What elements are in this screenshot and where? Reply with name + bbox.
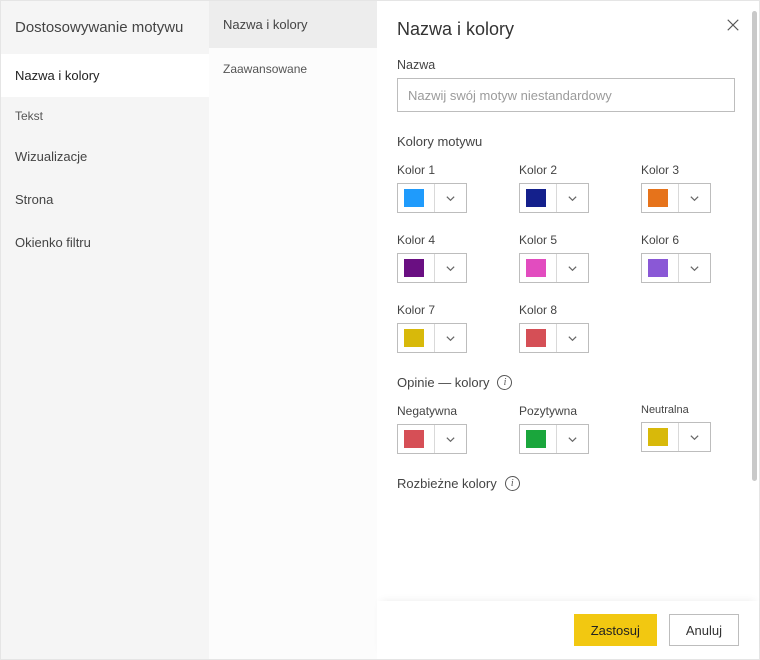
chevron-down-icon	[557, 193, 588, 204]
color-label: Kolor 3	[641, 163, 723, 177]
color-label: Pozytywna	[519, 404, 601, 418]
color-chip	[526, 430, 546, 448]
panel-title: Nazwa i kolory	[397, 19, 735, 40]
feedback-colors-grid: Negatywna Pozytywna Neutralna	[397, 404, 735, 454]
chevron-down-icon	[557, 333, 588, 344]
main-panel: Nazwa i kolory Nazwa Kolory motywu Kolor…	[377, 1, 759, 659]
sidebar1-item-name-and-colors[interactable]: Nazwa i kolory	[1, 54, 209, 97]
color-swatch-dropdown[interactable]	[397, 323, 467, 353]
color-swatch-dropdown[interactable]	[641, 422, 711, 452]
divergent-colors-label: Rozbieżne kolory	[397, 476, 497, 491]
color-chip	[404, 259, 424, 277]
sidebar1-item-label: Okienko filtru	[15, 235, 91, 250]
color-chip	[648, 259, 668, 277]
sidebar2-item-advanced[interactable]: Zaawansowane	[209, 48, 377, 90]
color-item-6: Kolor 6	[641, 233, 723, 283]
feedback-item-negative: Negatywna	[397, 404, 479, 454]
sidebar-level-2: Nazwa i kolory Zaawansowane	[209, 1, 377, 659]
color-label: Kolor 5	[519, 233, 601, 247]
color-swatch-dropdown[interactable]	[641, 183, 711, 213]
theme-colors-grid: Kolor 1 Kolor 2 Kolor 3	[397, 163, 735, 353]
color-label: Kolor 2	[519, 163, 601, 177]
cancel-button-label: Anuluj	[686, 623, 722, 638]
dialog-footer: Zastosuj Anuluj	[377, 601, 759, 659]
color-item-1: Kolor 1	[397, 163, 479, 213]
theme-colors-section-label: Kolory motywu	[397, 134, 735, 149]
sidebar1-title: Dostosowywanie motywu	[1, 1, 209, 54]
cancel-button[interactable]: Anuluj	[669, 614, 739, 646]
sidebar1-item-label: Nazwa i kolory	[15, 68, 100, 83]
chevron-down-icon	[557, 263, 588, 274]
sidebar1-item-label: Strona	[15, 192, 53, 207]
chevron-down-icon	[679, 432, 710, 443]
sidebar1-item-visualizations[interactable]: Wizualizacje	[1, 135, 209, 178]
color-label: Kolor 7	[397, 303, 479, 317]
color-swatch-dropdown[interactable]	[519, 253, 589, 283]
chevron-down-icon	[435, 434, 466, 445]
color-label: Kolor 1	[397, 163, 479, 177]
color-chip	[404, 329, 424, 347]
color-chip	[648, 189, 668, 207]
color-swatch-dropdown[interactable]	[519, 183, 589, 213]
sidebar-level-1: Dostosowywanie motywu Nazwa i kolory Tek…	[1, 1, 209, 659]
theme-name-input[interactable]	[397, 78, 735, 112]
color-item-3: Kolor 3	[641, 163, 723, 213]
color-item-2: Kolor 2	[519, 163, 601, 213]
chevron-down-icon	[679, 263, 710, 274]
chevron-down-icon	[435, 333, 466, 344]
color-label: Neutralna	[641, 404, 723, 416]
color-item-7: Kolor 7	[397, 303, 479, 353]
color-item-5: Kolor 5	[519, 233, 601, 283]
color-chip	[404, 430, 424, 448]
sidebar2-item-name-and-colors[interactable]: Nazwa i kolory	[209, 1, 377, 48]
color-swatch-dropdown[interactable]	[397, 183, 467, 213]
apply-button-label: Zastosuj	[591, 623, 640, 638]
color-chip	[526, 189, 546, 207]
sidebar1-item-label: Tekst	[15, 109, 43, 123]
chevron-down-icon	[557, 434, 588, 445]
color-chip	[648, 428, 668, 446]
sidebar2-item-label: Nazwa i kolory	[223, 17, 308, 32]
feedback-item-neutral: Neutralna	[641, 404, 723, 454]
feedback-colors-label: Opinie — kolory	[397, 375, 489, 390]
color-item-4: Kolor 4	[397, 233, 479, 283]
chevron-down-icon	[435, 263, 466, 274]
color-label: Kolor 8	[519, 303, 601, 317]
color-swatch-dropdown[interactable]	[519, 323, 589, 353]
info-icon[interactable]: i	[505, 476, 520, 491]
divergent-colors-section: Rozbieżne kolory i	[397, 476, 735, 491]
chevron-down-icon	[435, 193, 466, 204]
color-swatch-dropdown[interactable]	[519, 424, 589, 454]
apply-button[interactable]: Zastosuj	[574, 614, 657, 646]
sidebar1-item-text[interactable]: Tekst	[1, 97, 209, 135]
color-chip	[526, 329, 546, 347]
color-chip	[526, 259, 546, 277]
color-swatch-dropdown[interactable]	[641, 253, 711, 283]
sidebar1-item-filter-pane[interactable]: Okienko filtru	[1, 221, 209, 264]
scrollbar-thumb[interactable]	[752, 11, 757, 481]
close-icon	[726, 18, 740, 32]
color-label: Kolor 6	[641, 233, 723, 247]
sidebar2-item-label: Zaawansowane	[223, 62, 307, 76]
sidebar1-item-page[interactable]: Strona	[1, 178, 209, 221]
sidebar1-item-label: Wizualizacje	[15, 149, 87, 164]
color-swatch-dropdown[interactable]	[397, 253, 467, 283]
color-item-8: Kolor 8	[519, 303, 601, 353]
close-button[interactable]	[721, 13, 745, 37]
color-label: Negatywna	[397, 404, 479, 418]
info-icon[interactable]: i	[497, 375, 512, 390]
color-chip	[404, 189, 424, 207]
color-label: Kolor 4	[397, 233, 479, 247]
dialog-frame: Dostosowywanie motywu Nazwa i kolory Tek…	[0, 0, 760, 660]
feedback-item-positive: Pozytywna	[519, 404, 601, 454]
chevron-down-icon	[679, 193, 710, 204]
name-field-label: Nazwa	[397, 58, 735, 72]
feedback-colors-section: Opinie — kolory i	[397, 375, 735, 390]
color-swatch-dropdown[interactable]	[397, 424, 467, 454]
